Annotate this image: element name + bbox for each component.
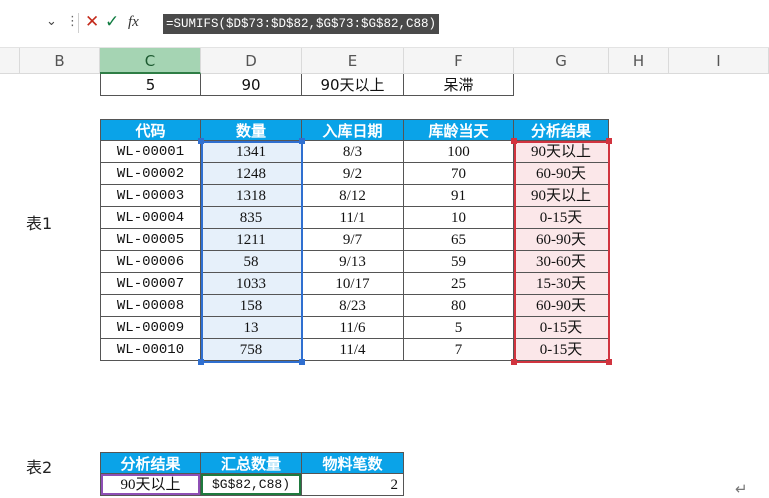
column-header-g[interactable]: G xyxy=(514,48,609,74)
column-header-f[interactable]: F xyxy=(404,48,514,74)
column-header-i[interactable]: I xyxy=(669,48,769,74)
table1-cell-date[interactable]: 8/23 xyxy=(302,295,404,317)
check-icon[interactable]: ✓ xyxy=(105,12,121,32)
table1-cell-result[interactable]: 60-90天 xyxy=(514,229,609,251)
more-options-icon[interactable]: ⋮ xyxy=(66,14,79,30)
column-header-b[interactable]: B xyxy=(20,48,100,74)
table1-cell-code[interactable]: WL-00007 xyxy=(100,273,201,295)
table1-cell-age[interactable]: 10 xyxy=(404,207,514,229)
table1-cell-date[interactable]: 11/6 xyxy=(302,317,404,339)
table1-cell-qty[interactable]: 1033 xyxy=(201,273,302,295)
table1-header-age[interactable]: 库龄当天 xyxy=(404,119,514,141)
table1-cell-code[interactable]: WL-00008 xyxy=(100,295,201,317)
result-range-handle-tl[interactable] xyxy=(511,138,517,144)
table1-cell-code[interactable]: WL-00001 xyxy=(100,141,201,163)
table1-cell-result[interactable]: 60-90天 xyxy=(514,163,609,185)
table1-cell-code[interactable]: WL-00005 xyxy=(100,229,201,251)
table1-cell-code[interactable]: WL-00006 xyxy=(100,251,201,273)
table1-cell-age[interactable]: 7 xyxy=(404,339,514,361)
table1-cell-code[interactable]: WL-00004 xyxy=(100,207,201,229)
table1-cell-date[interactable]: 9/7 xyxy=(302,229,404,251)
name-box-dropdown-icon[interactable]: ⌄ xyxy=(46,14,60,30)
table1-cell-age[interactable]: 70 xyxy=(404,163,514,185)
result-range-handle-tr[interactable] xyxy=(606,138,612,144)
table1-cell-age[interactable]: 59 xyxy=(404,251,514,273)
table1-cell-age[interactable]: 65 xyxy=(404,229,514,251)
table1-cell-date[interactable]: 11/1 xyxy=(302,207,404,229)
table1-cell-code[interactable]: WL-00002 xyxy=(100,163,201,185)
table1-cell-qty[interactable]: 13 xyxy=(201,317,302,339)
table1-cell-code[interactable]: WL-00010 xyxy=(100,339,201,361)
formula-bar-separator xyxy=(78,13,79,33)
table1-cell-age[interactable]: 91 xyxy=(404,185,514,207)
table1-cell-qty[interactable]: 758 xyxy=(201,339,302,361)
table1-cell-date[interactable]: 11/4 xyxy=(302,339,404,361)
table1-cell-result[interactable]: 60-90天 xyxy=(514,295,609,317)
table1-cell-qty[interactable]: 1248 xyxy=(201,163,302,185)
table1-cell-result[interactable]: 15-30天 xyxy=(514,273,609,295)
table1-cell-result[interactable]: 0-15天 xyxy=(514,339,609,361)
table1-cell-date[interactable]: 9/2 xyxy=(302,163,404,185)
table1-cell-age[interactable]: 80 xyxy=(404,295,514,317)
cell-d-top[interactable]: 90 xyxy=(201,74,302,96)
table1-cell-result[interactable]: 90天以上 xyxy=(514,185,609,207)
table1-cell-age[interactable]: 5 xyxy=(404,317,514,339)
column-header-d[interactable]: D xyxy=(201,48,302,74)
table1-cell-age[interactable]: 25 xyxy=(404,273,514,295)
formula-input[interactable]: =SUMIFS($D$73:$D$82,$G$73:$G$82,C88) xyxy=(163,14,440,34)
table1-header-code[interactable]: 代码 xyxy=(100,119,201,141)
table1-cell-result[interactable]: 30-60天 xyxy=(514,251,609,273)
qty-range-handle-tr[interactable] xyxy=(299,138,305,144)
table2-cell-sum-editing[interactable]: $G$82,C88) xyxy=(201,474,302,496)
fx-icon[interactable]: fx xyxy=(128,12,148,32)
table1-cell-date[interactable]: 8/3 xyxy=(302,141,404,163)
close-icon[interactable]: ✕ xyxy=(85,12,101,32)
cell-c-top[interactable]: 5 xyxy=(100,74,201,96)
table1-cell-code[interactable]: WL-00003 xyxy=(100,185,201,207)
table1-cell-result[interactable]: 0-15天 xyxy=(514,207,609,229)
table2-header-sum[interactable]: 汇总数量 xyxy=(201,452,302,474)
table1-header-date[interactable]: 入库日期 xyxy=(302,119,404,141)
table1-cell-date[interactable]: 9/13 xyxy=(302,251,404,273)
table1-cell-qty[interactable]: 158 xyxy=(201,295,302,317)
column-header-h[interactable]: H xyxy=(609,48,669,74)
table1-cell-age[interactable]: 100 xyxy=(404,141,514,163)
table1-cell-result[interactable]: 0-15天 xyxy=(514,317,609,339)
table2-header-count[interactable]: 物料笔数 xyxy=(302,452,404,474)
table1-cell-date[interactable]: 10/17 xyxy=(302,273,404,295)
column-header-c[interactable]: C xyxy=(100,48,201,74)
result-range-handle-br[interactable] xyxy=(606,359,612,365)
table2-cell-result[interactable]: 90天以上 xyxy=(100,474,201,496)
qty-range-handle-tl[interactable] xyxy=(198,138,204,144)
table2-cell-count[interactable]: 2 xyxy=(302,474,404,496)
table2-header-result[interactable]: 分析结果 xyxy=(100,452,201,474)
return-mark-icon: ↵ xyxy=(735,480,748,498)
qty-range-handle-bl[interactable] xyxy=(198,359,204,365)
cell-e-top[interactable]: 90天以上 xyxy=(302,74,404,96)
table1-cell-qty[interactable]: 1341 xyxy=(201,141,302,163)
table1-cell-qty[interactable]: 1211 xyxy=(201,229,302,251)
column-header-e[interactable]: E xyxy=(302,48,404,74)
qty-range-handle-br[interactable] xyxy=(299,359,305,365)
column-header-stub xyxy=(0,48,20,74)
table1-cell-result[interactable]: 90天以上 xyxy=(514,141,609,163)
table1-header-qty[interactable]: 数量 xyxy=(201,119,302,141)
table1-cell-qty[interactable]: 835 xyxy=(201,207,302,229)
table1-cell-qty[interactable]: 1318 xyxy=(201,185,302,207)
table1-cell-code[interactable]: WL-00009 xyxy=(100,317,201,339)
table2-label: 表2 xyxy=(26,458,53,477)
result-range-handle-bl[interactable] xyxy=(511,359,517,365)
table1-label: 表1 xyxy=(26,214,53,233)
table1-cell-date[interactable]: 8/12 xyxy=(302,185,404,207)
cell-f-top[interactable]: 呆滞 xyxy=(404,74,514,96)
table1-cell-qty[interactable]: 58 xyxy=(201,251,302,273)
table1-header-result[interactable]: 分析结果 xyxy=(514,119,609,141)
